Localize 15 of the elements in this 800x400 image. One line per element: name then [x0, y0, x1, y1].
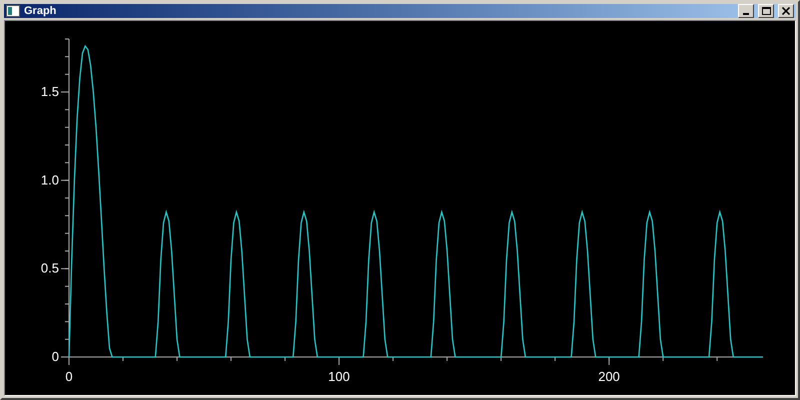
maximize-icon	[762, 7, 770, 15]
close-button[interactable]	[778, 4, 794, 18]
window-icon	[6, 5, 20, 17]
close-icon	[782, 7, 790, 15]
minimize-icon	[743, 13, 749, 15]
y-tick-label: 1.0	[40, 172, 59, 188]
x-tick-label: 100	[328, 369, 350, 384]
y-tick-label: 1.5	[40, 84, 59, 99]
x-tick-label: 200	[598, 369, 620, 384]
y-tick-label: 0	[52, 349, 59, 364]
x-tick-label: 0	[65, 369, 73, 384]
minimize-button[interactable]	[738, 4, 754, 18]
window-title: Graph	[24, 6, 56, 16]
y-tick-label: 0.5	[40, 260, 59, 276]
maximize-button[interactable]	[758, 4, 774, 18]
